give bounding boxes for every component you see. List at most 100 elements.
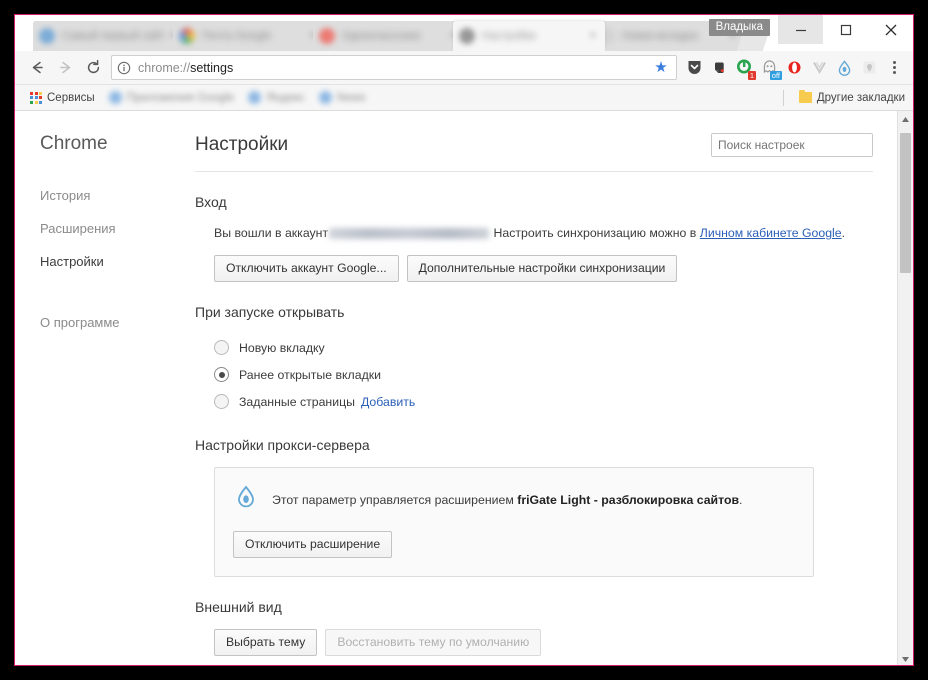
browser-tab-active[interactable]: Настройки ✕ — [453, 21, 605, 51]
tab-strip: Самый первый сайт ✕ Почта Google ✕ Однок… — [15, 15, 913, 51]
reload-button[interactable] — [79, 54, 107, 82]
vivaldi-extension-icon[interactable] — [808, 55, 831, 81]
ghostery-extension-icon[interactable]: off — [758, 55, 782, 81]
startup-option-specific-pages[interactable]: Заданные страницы Добавить — [214, 388, 873, 415]
tab-favicon-icon — [319, 28, 335, 44]
other-bookmarks-button[interactable]: Другие закладки — [792, 88, 905, 108]
startup-option-label: Ранее открытые вкладки — [239, 367, 381, 382]
sidebar-item-about[interactable]: О программе — [15, 306, 187, 339]
url-path: settings — [190, 60, 234, 75]
bookmarks-bar: Сервисы Приложения Google Яндекс News Др… — [15, 85, 913, 111]
shield-extension-icon[interactable] — [683, 55, 706, 81]
sidebar-item-settings[interactable]: Настройки — [15, 245, 187, 278]
back-button[interactable] — [23, 54, 51, 82]
minimize-icon — [795, 29, 806, 31]
sidebar-item-label: О программе — [40, 315, 120, 330]
sidebar-item-extensions[interactable]: Расширения — [15, 212, 187, 245]
browser-tab[interactable]: Почта Google ✕ — [173, 21, 325, 51]
proxy-notice-text: Этот параметр управляется расширением fr… — [272, 493, 742, 507]
radio-button-selected[interactable] — [214, 367, 229, 382]
scrollbar-thumb[interactable] — [900, 133, 911, 273]
signin-description: Вы вошли в аккаунт Настроить синхронизац… — [214, 224, 873, 243]
sidebar-item-history[interactable]: История — [15, 179, 187, 212]
tab-favicon-icon — [39, 28, 55, 44]
opera-vpn-extension-icon[interactable] — [783, 55, 806, 81]
radio-button[interactable] — [214, 340, 229, 355]
maximize-icon — [840, 24, 851, 35]
disconnect-google-account-button[interactable]: Отключить аккаунт Google... — [214, 255, 399, 282]
startup-option-continue[interactable]: Ранее открытые вкладки — [214, 361, 873, 388]
sidebar-brand: Chrome — [40, 133, 108, 154]
evernote-extension-icon[interactable] — [708, 55, 731, 81]
forward-button[interactable] — [51, 54, 79, 82]
minimize-button[interactable] — [778, 15, 823, 44]
tab-title: Самый первый сайт — [62, 30, 165, 42]
choose-theme-button[interactable]: Выбрать тему — [214, 629, 318, 656]
lightbulb-extension-icon[interactable] — [858, 55, 881, 81]
startup-section-title: При запуске открывать — [195, 304, 345, 320]
reset-theme-button: Восстановить тему по умолчанию — [325, 629, 542, 656]
address-bar[interactable]: chrome://settings ★ — [111, 55, 677, 80]
browser-window: Самый первый сайт ✕ Почта Google ✕ Однок… — [14, 14, 914, 666]
frigate-extension-icon[interactable] — [833, 55, 856, 81]
tab-title: Одноклассники — [342, 30, 421, 42]
close-icon — [885, 24, 896, 35]
bookmark-label: Яндекс — [266, 91, 305, 104]
profile-name-chip[interactable]: Владыка — [708, 19, 770, 36]
bookmark-favicon-icon — [248, 91, 262, 104]
maximize-button[interactable] — [823, 15, 868, 44]
startup-section-body: Новую вкладку Ранее открытые вкладки Зад… — [195, 334, 873, 415]
bookmark-star-icon[interactable]: ★ — [651, 60, 671, 75]
page-info-icon[interactable] — [117, 61, 131, 75]
scroll-down-arrow-icon[interactable] — [898, 651, 913, 665]
browser-toolbar: chrome://settings ★ 1 off — [15, 51, 913, 85]
adguard-extension-icon[interactable]: 1 — [733, 55, 756, 81]
signin-section-title: Вход — [195, 194, 227, 210]
settings-sidebar: Chrome История Расширения Настройки О пр… — [15, 111, 187, 665]
scroll-up-arrow-icon[interactable] — [898, 111, 913, 127]
bookmark-item[interactable]: Яндекс — [241, 88, 312, 108]
tab-title: Почта Google — [202, 30, 272, 42]
settings-main: Настройки Вход Вы вошли в аккаунт Настро… — [187, 111, 897, 665]
startup-option-label: Новую вкладку — [239, 340, 325, 355]
proxy-extension-name: friGate Light - разблокировка сайтов — [517, 492, 740, 507]
bookmark-label: Приложения Google — [126, 91, 235, 104]
window-controls — [778, 15, 913, 44]
tab-favicon-icon — [179, 28, 195, 44]
signin-section-body: Вы вошли в аккаунт Настроить синхронизац… — [195, 224, 873, 282]
signin-text-after: Настроить синхронизацию можно в — [493, 226, 697, 240]
bookmark-item[interactable]: News — [312, 88, 373, 108]
other-bookmarks-group: Другие закладки — [782, 88, 905, 108]
google-account-link[interactable]: Личном кабинете Google — [700, 226, 842, 240]
extension-badge: off — [769, 70, 782, 80]
search-settings-input[interactable] — [711, 133, 873, 157]
sidebar-item-label: Расширения — [40, 221, 116, 236]
close-button[interactable] — [868, 15, 913, 44]
startup-option-new-tab[interactable]: Новую вкладку — [214, 334, 873, 361]
bookmarks-divider — [782, 89, 784, 106]
tab-close-icon[interactable]: ✕ — [587, 30, 599, 42]
bookmark-label: Сервисы — [47, 91, 95, 104]
forward-arrow-icon — [59, 61, 70, 74]
page-scrollbar[interactable] — [897, 111, 913, 665]
proxy-notice-suffix: . — [739, 492, 743, 507]
bookmark-item-services[interactable]: Сервисы — [23, 88, 102, 108]
url-scheme: chrome:// — [138, 60, 191, 75]
disable-extension-button[interactable]: Отключить расширение — [233, 531, 393, 558]
tab-favicon-icon — [459, 28, 475, 44]
appearance-section-body: Выбрать тему Восстановить тему по умолча… — [195, 629, 873, 656]
chrome-menu-button[interactable] — [883, 61, 905, 74]
extension-tray: 1 off — [683, 55, 905, 81]
browser-tab[interactable]: Самый первый сайт ✕ — [33, 21, 185, 51]
signin-text-before: Вы вошли в аккаунт — [214, 226, 329, 240]
frigate-logo-icon — [233, 484, 259, 515]
radio-button[interactable] — [214, 394, 229, 409]
add-pages-link[interactable]: Добавить — [361, 395, 415, 409]
reload-icon — [87, 59, 99, 74]
browser-tab[interactable]: Одноклассники ✕ — [313, 21, 465, 51]
advanced-sync-settings-button[interactable]: Дополнительные настройки синхронизации — [406, 255, 678, 282]
bookmark-item[interactable]: Приложения Google — [102, 88, 242, 108]
url-text[interactable]: chrome://settings — [138, 61, 651, 75]
settings-header: Настройки — [195, 133, 873, 157]
proxy-managed-banner: Этот параметр управляется расширением fr… — [214, 467, 814, 577]
